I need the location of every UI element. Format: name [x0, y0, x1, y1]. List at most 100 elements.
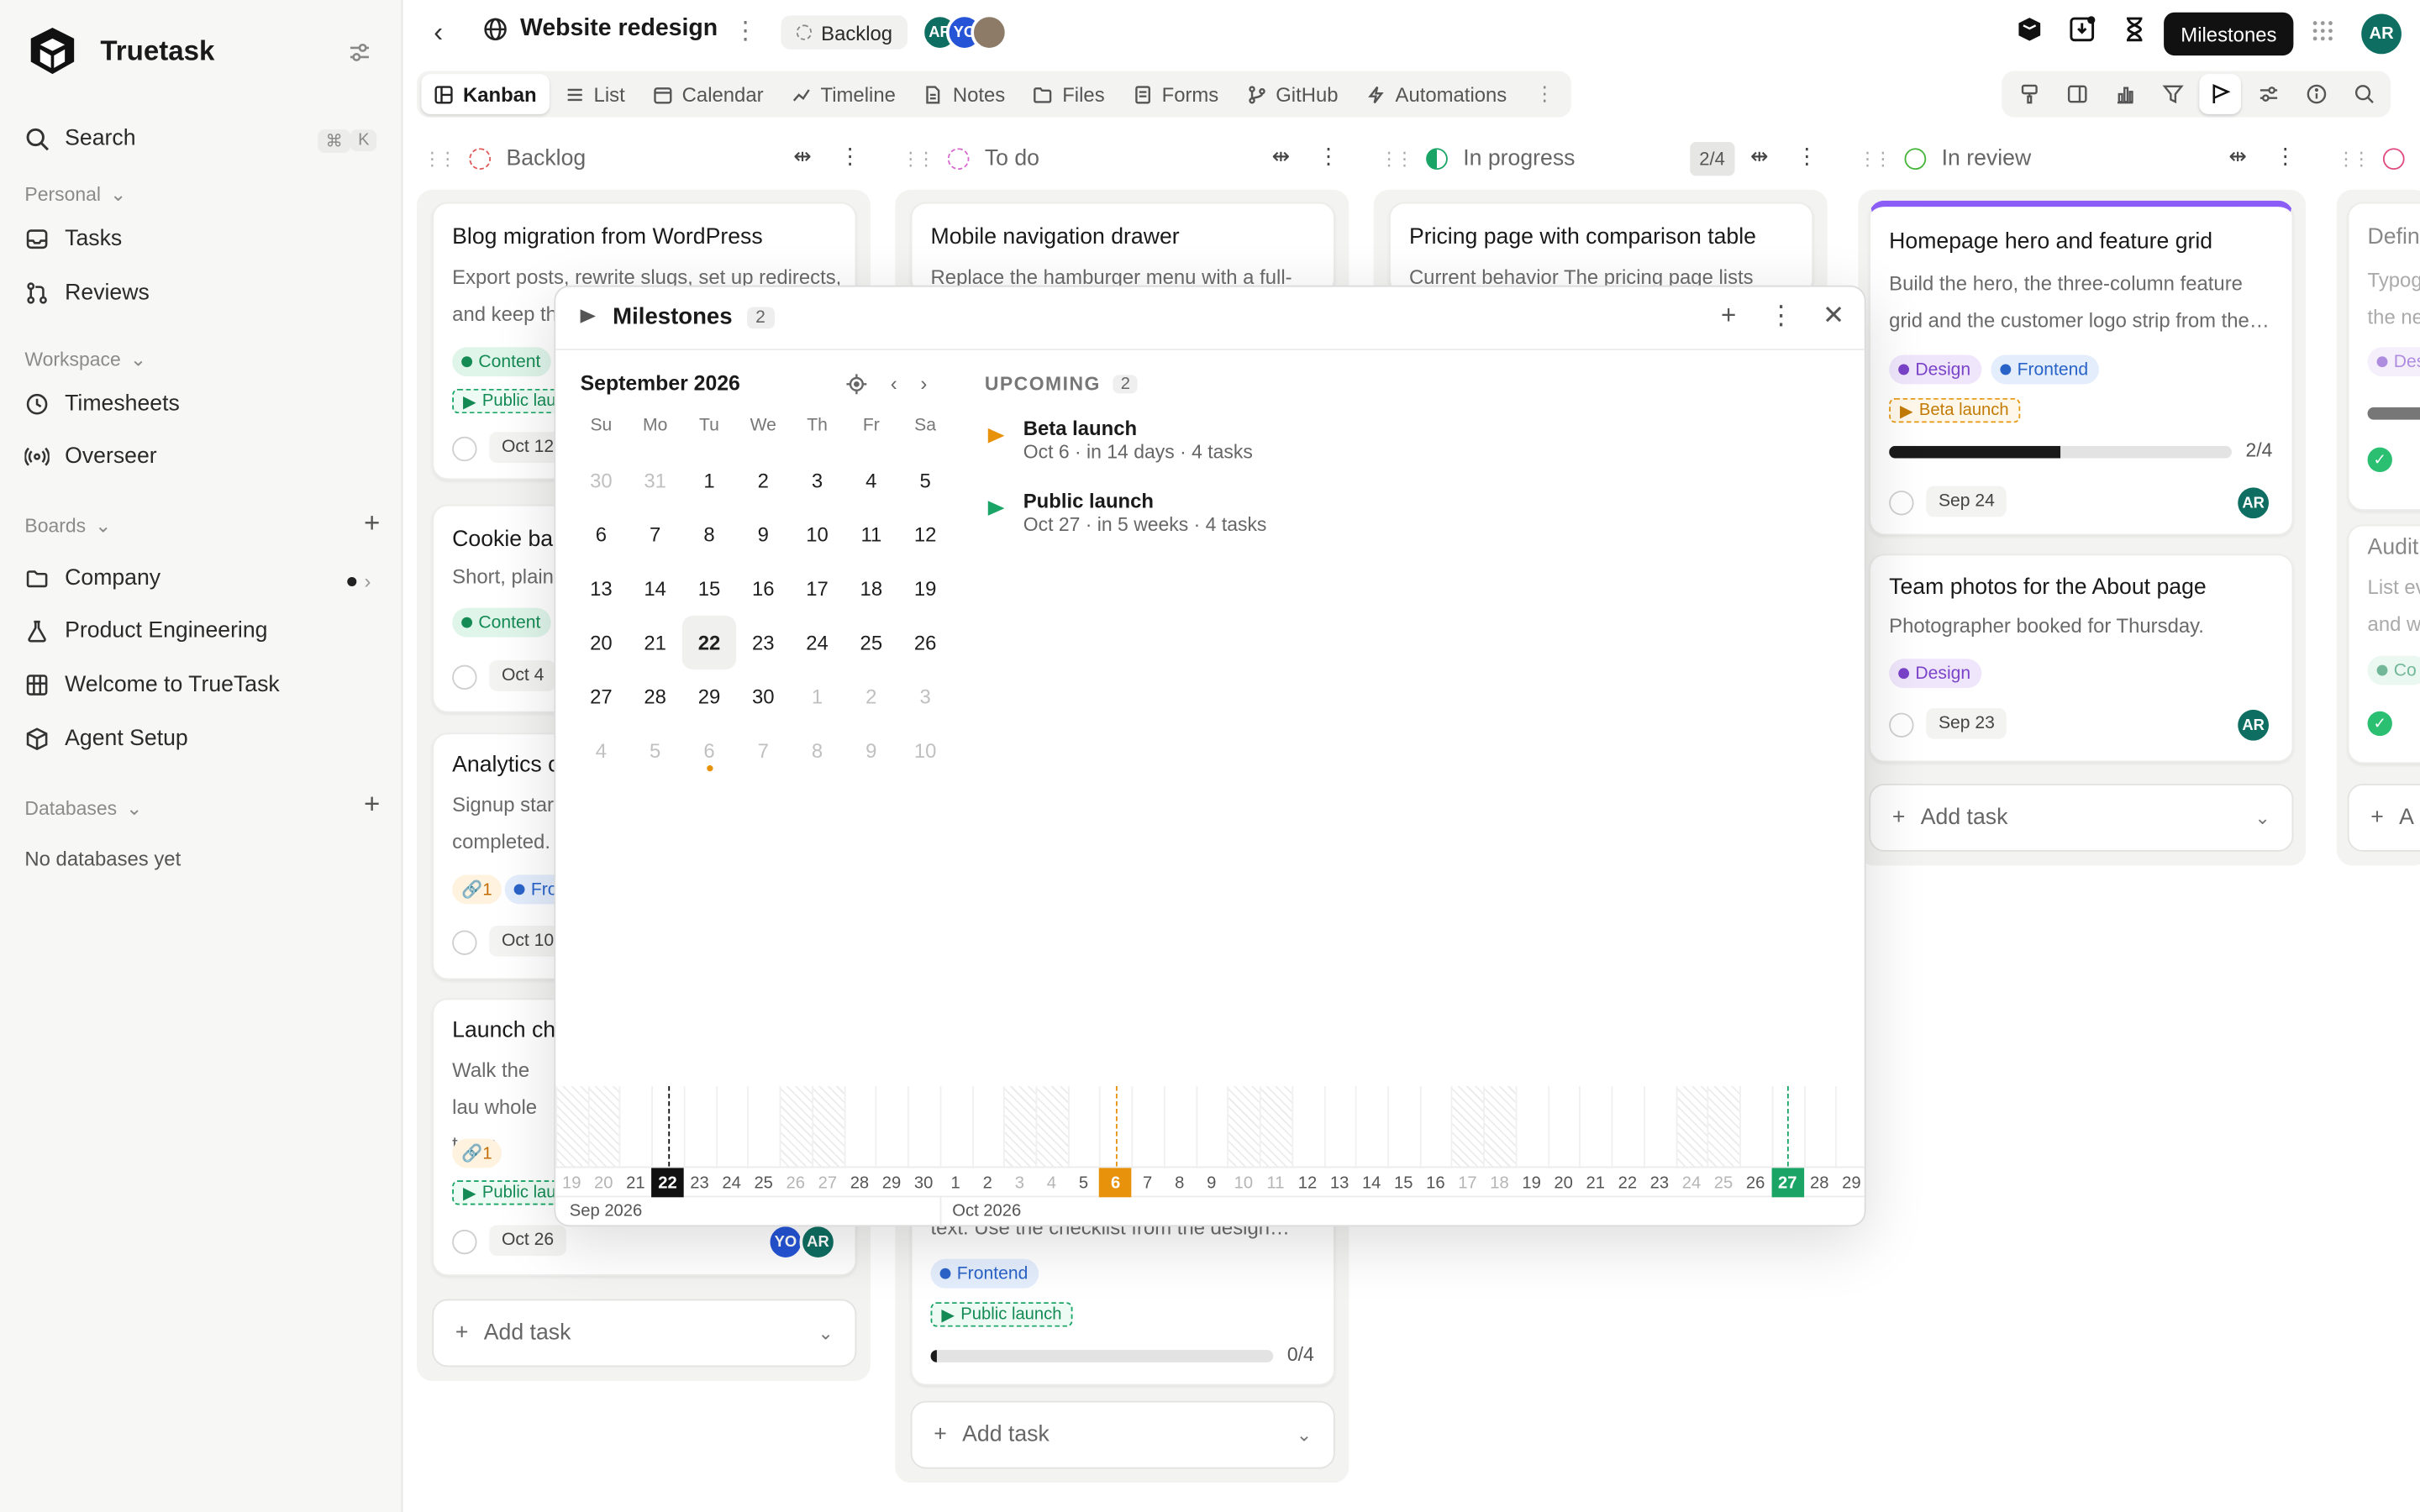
- chevron-down-icon[interactable]: ⌄: [2254, 807, 2270, 829]
- add-task-button[interactable]: + A: [2347, 784, 2420, 852]
- inbox-download-icon[interactable]: [2068, 15, 2096, 43]
- sidebar-item-agent-setup[interactable]: Agent Setup: [24, 727, 188, 751]
- calendar-day[interactable]: 6: [574, 507, 628, 561]
- add-task-button[interactable]: + Add task ⌄: [910, 1400, 1335, 1469]
- task-card[interactable]: Defin Typog the ne Des ✓: [2347, 202, 2420, 511]
- due-date[interactable]: Sep 23: [1926, 708, 2007, 739]
- calendar-day[interactable]: 18: [844, 562, 898, 616]
- section-boards[interactable]: Boards ⌄: [24, 514, 111, 538]
- chevron-down-icon[interactable]: ⌄: [818, 1322, 833, 1344]
- calendar-day[interactable]: 7: [736, 723, 790, 777]
- calendar-day[interactable]: 6: [682, 723, 736, 777]
- sidebar-item-timesheets[interactable]: Timesheets: [24, 392, 180, 417]
- tabs-more-icon[interactable]: ⋮: [1523, 74, 1567, 114]
- search-icon[interactable]: [2343, 74, 2385, 114]
- calendar-day[interactable]: 3: [790, 454, 844, 507]
- task-card[interactable]: text. Use the checklist from the design……: [910, 1206, 1335, 1386]
- due-date[interactable]: Oct 26: [489, 1225, 566, 1257]
- calendar-day[interactable]: 22: [681, 615, 737, 670]
- calendar-day[interactable]: 13: [574, 562, 628, 616]
- board-status-button[interactable]: Backlog: [781, 15, 908, 50]
- calendar-day[interactable]: 5: [629, 723, 682, 777]
- calendar-day[interactable]: 4: [574, 723, 628, 777]
- milestones-flag-icon[interactable]: [2199, 74, 2241, 114]
- calendar-day[interactable]: 14: [629, 562, 682, 616]
- due-date[interactable]: Sep 24: [1926, 486, 2007, 517]
- panel-icon[interactable]: [2056, 74, 2098, 114]
- paint-icon[interactable]: [2008, 74, 2050, 114]
- add-task-button[interactable]: + Add task ⌄: [432, 1299, 857, 1368]
- sidebar-item-tasks[interactable]: Tasks: [24, 227, 122, 251]
- chevron-down-icon[interactable]: ⌄: [1297, 1424, 1312, 1446]
- task-card[interactable]: Audit List ev and w Co ✓: [2347, 524, 2420, 764]
- sidebar-settings-icon[interactable]: [345, 39, 373, 66]
- calendar-day[interactable]: 7: [629, 507, 682, 561]
- user-avatar[interactable]: AR: [2361, 13, 2402, 55]
- calendar-day[interactable]: 15: [682, 562, 736, 616]
- column-header-backlog[interactable]: ⋮⋮ Backlog: [423, 140, 586, 177]
- drag-handle-icon[interactable]: ⋮⋮: [2337, 148, 2370, 170]
- tab-kanban[interactable]: Kanban: [421, 74, 550, 114]
- sidebar-item-product-engineering[interactable]: Product Engineering: [24, 619, 268, 643]
- sliders-icon[interactable]: [2247, 74, 2289, 114]
- due-date[interactable]: Oct 4: [489, 660, 557, 691]
- calendar-day[interactable]: 8: [790, 723, 844, 777]
- complete-checkbox[interactable]: [452, 436, 477, 462]
- back-chevron-icon[interactable]: ‹: [434, 17, 443, 50]
- drag-handle-icon[interactable]: ⋮⋮: [1858, 148, 1891, 170]
- collapse-icon[interactable]: ⇹: [793, 144, 812, 170]
- chevron-right-icon[interactable]: ›: [920, 372, 927, 396]
- more-vertical-icon[interactable]: ⋮: [1796, 144, 1818, 170]
- calendar-day[interactable]: 9: [736, 507, 790, 561]
- close-icon[interactable]: ✕: [1821, 301, 1845, 332]
- task-card[interactable]: Mobile navigation drawer Replace the ham…: [910, 202, 1335, 295]
- calendar-day[interactable]: 10: [790, 507, 844, 561]
- calendar-day[interactable]: 29: [682, 669, 736, 723]
- crosshair-today-icon[interactable]: [846, 373, 868, 395]
- member-avatars[interactable]: AR YO: [921, 13, 1008, 51]
- column-header-in-review[interactable]: ⋮⋮ In review: [1858, 140, 2031, 177]
- add-database-button[interactable]: +: [356, 788, 387, 820]
- task-card[interactable]: Team photos for the About page Photograp…: [1869, 554, 2294, 763]
- sidebar-item-welcome[interactable]: Welcome to TrueTask: [24, 673, 280, 697]
- complete-checkbox[interactable]: [1889, 491, 1914, 516]
- section-workspace[interactable]: Workspace ⌄: [24, 347, 146, 370]
- milestone-item-public[interactable]: Public launch Oct 27 · in 5 weeks · 4 ta…: [985, 489, 1266, 535]
- info-icon[interactable]: [2295, 74, 2337, 114]
- calendar-day[interactable]: 28: [629, 669, 682, 723]
- calendar-day[interactable]: 1: [682, 454, 736, 507]
- calendar-day[interactable]: 20: [574, 616, 628, 669]
- sidebar-item-overseer[interactable]: Overseer: [24, 444, 157, 469]
- complete-checkbox[interactable]: [452, 1229, 477, 1255]
- calendar-day[interactable]: 26: [898, 616, 952, 669]
- more-vertical-icon[interactable]: ⋮: [1768, 301, 1794, 332]
- calendar-day[interactable]: 8: [682, 507, 736, 561]
- board-title[interactable]: Website redesign: [483, 15, 718, 43]
- tab-files[interactable]: Files: [1021, 74, 1118, 114]
- calendar-day[interactable]: 30: [574, 454, 628, 507]
- more-vertical-icon[interactable]: ⋮: [733, 15, 757, 46]
- column-header-todo[interactable]: ⋮⋮ To do: [902, 140, 1039, 177]
- calendar-day[interactable]: 12: [898, 507, 952, 561]
- sidebar-item-reviews[interactable]: Reviews: [24, 281, 150, 306]
- collapse-icon[interactable]: ⇹: [1750, 144, 1769, 170]
- calendar-day[interactable]: 19: [898, 562, 952, 616]
- tab-calendar[interactable]: Calendar: [640, 74, 776, 114]
- tab-automations[interactable]: Automations: [1354, 74, 1519, 114]
- more-vertical-icon[interactable]: ⋮: [839, 144, 861, 170]
- calendar-day[interactable]: 16: [736, 562, 790, 616]
- brand[interactable]: Truetask: [26, 24, 214, 76]
- tab-forms[interactable]: Forms: [1120, 74, 1231, 114]
- calendar-day[interactable]: 21: [629, 616, 682, 669]
- calendar-day[interactable]: 1: [790, 669, 844, 723]
- tab-github[interactable]: GitHub: [1234, 74, 1351, 114]
- tab-list[interactable]: List: [552, 74, 637, 114]
- task-card[interactable]: Homepage hero and feature grid Build the…: [1869, 200, 2294, 536]
- section-personal[interactable]: Personal ⌄: [24, 182, 126, 206]
- sidebar-item-company[interactable]: Company: [24, 566, 160, 591]
- calendar-day[interactable]: 17: [790, 562, 844, 616]
- complete-checkbox[interactable]: [452, 664, 477, 690]
- more-vertical-icon[interactable]: ⋮: [1318, 144, 1339, 170]
- column-header-in-progress[interactable]: ⋮⋮ In progress: [1380, 140, 1575, 177]
- calendar-day[interactable]: 11: [844, 507, 898, 561]
